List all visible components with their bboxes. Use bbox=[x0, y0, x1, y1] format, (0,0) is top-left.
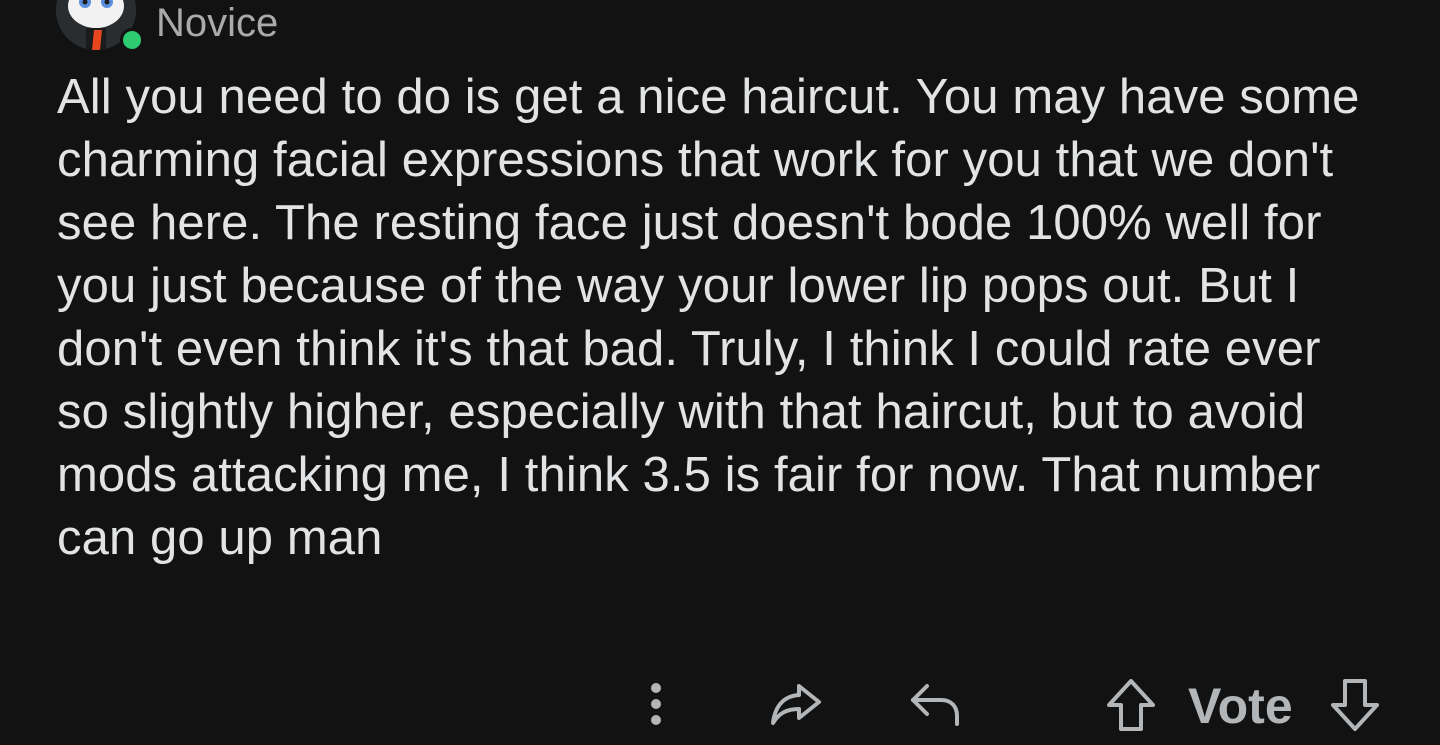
comment-header: Novice bbox=[56, 0, 656, 52]
upvote-button[interactable] bbox=[1102, 674, 1160, 736]
upvote-arrow-icon bbox=[1107, 679, 1155, 731]
vote-count-label: Vote bbox=[1188, 678, 1293, 734]
reply-icon bbox=[911, 684, 959, 726]
comment-body-text: All you need to do is get a nice haircut… bbox=[57, 70, 1360, 565]
online-status-dot bbox=[120, 28, 144, 52]
user-flair: Novice bbox=[156, 1, 279, 45]
reply-button[interactable] bbox=[904, 676, 964, 732]
more-vertical-icon bbox=[651, 683, 661, 725]
comment-action-bar: Vote bbox=[620, 670, 1410, 740]
downvote-button[interactable] bbox=[1326, 674, 1384, 736]
share-icon bbox=[771, 684, 821, 725]
downvote-arrow-icon bbox=[1331, 679, 1379, 731]
more-options-button[interactable] bbox=[638, 678, 674, 730]
share-button[interactable] bbox=[766, 676, 826, 732]
